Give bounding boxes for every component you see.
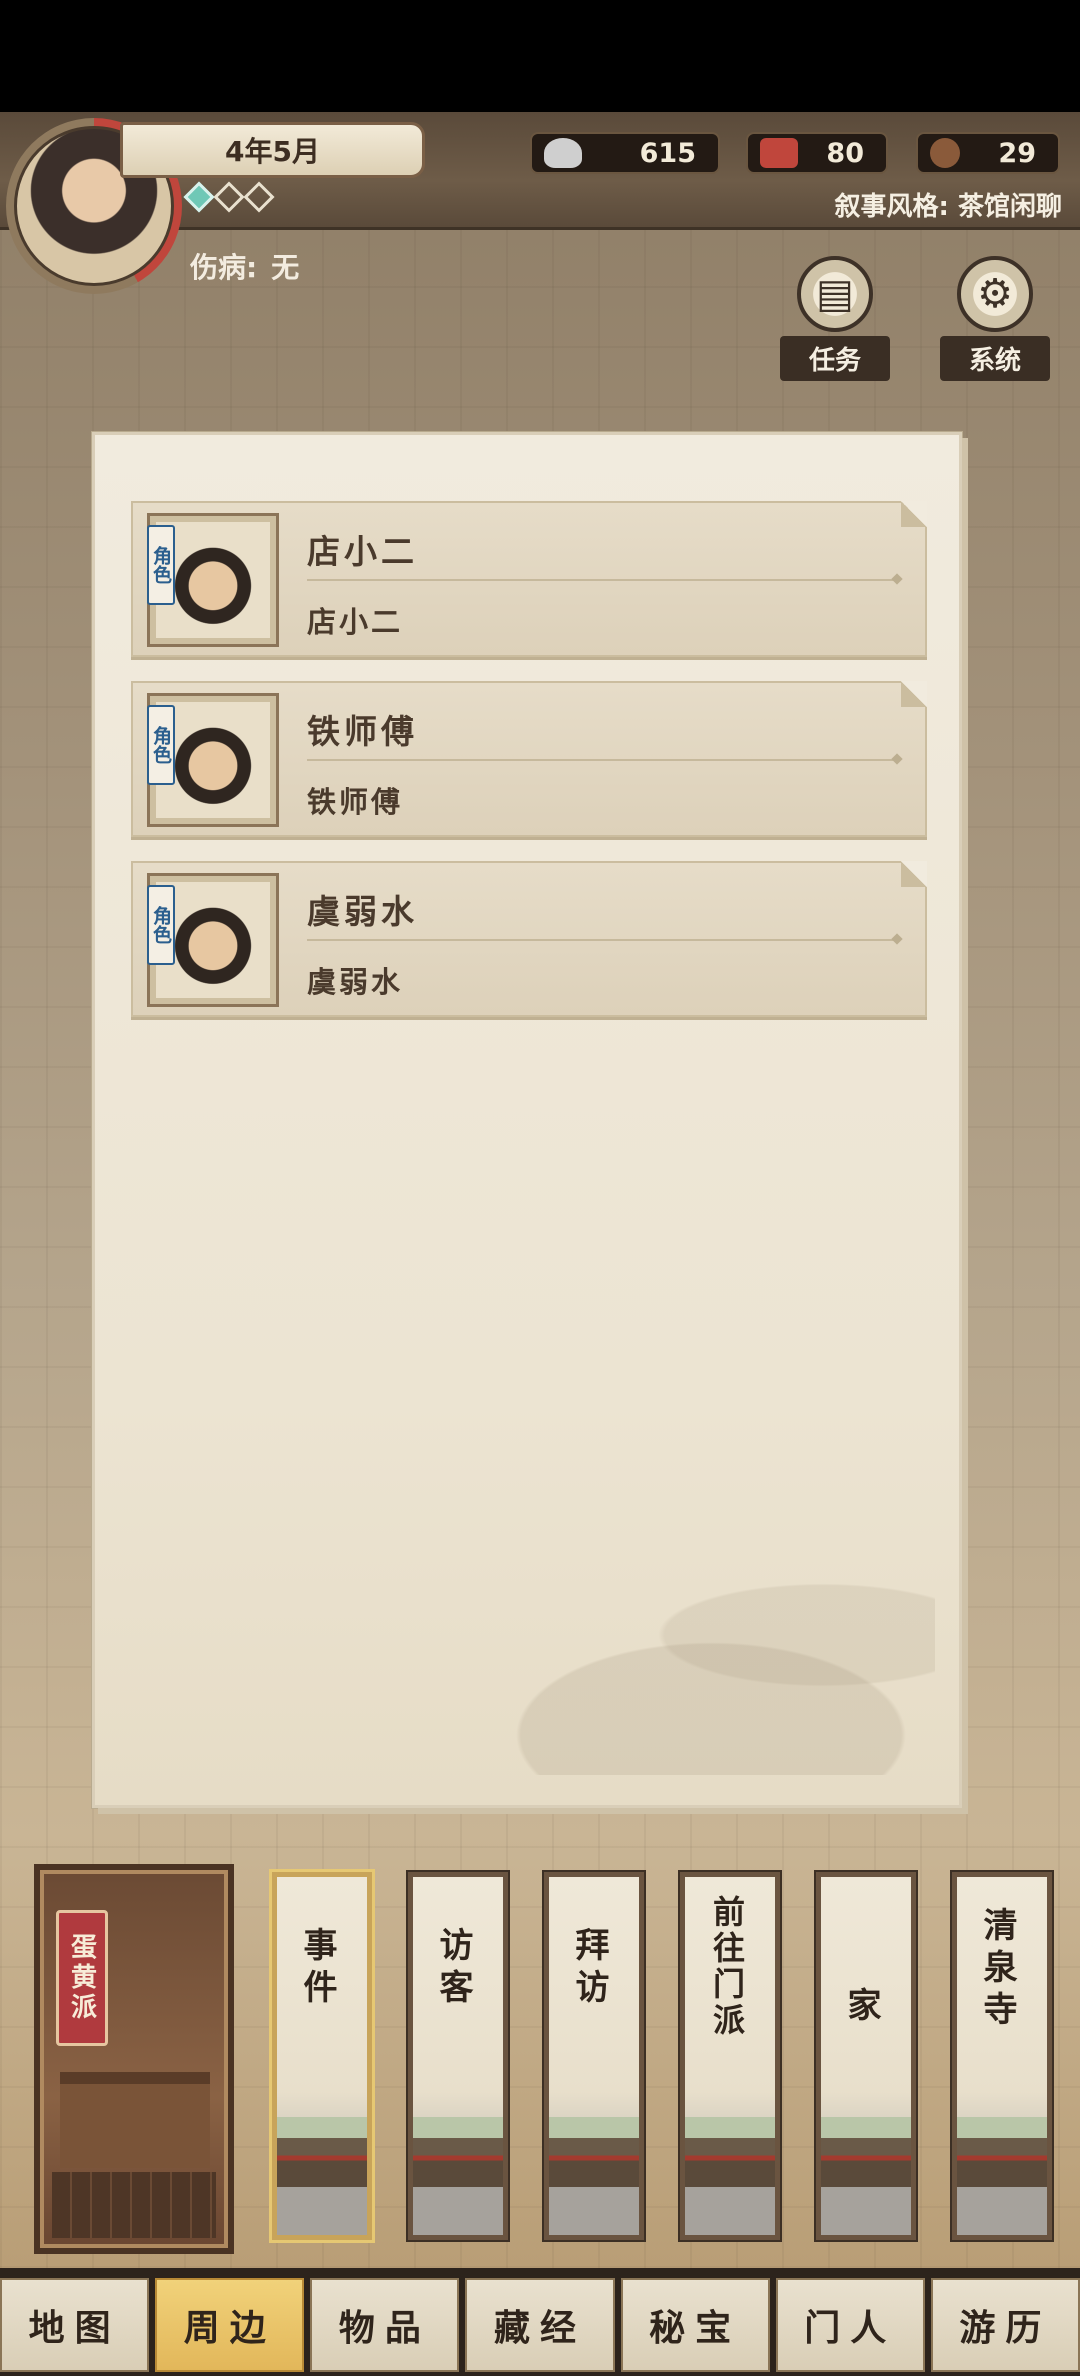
badge-value: 29 [998, 137, 1036, 169]
npc-panel: 角色 店小二 店小二 角色 铁师傅 铁师傅 角色 虞弱水 虞弱水 [92, 432, 962, 1808]
diamond-empty-icon [213, 181, 245, 213]
tab-treasures[interactable]: 秘宝 [620, 2278, 770, 2372]
injury-value: 无 [271, 251, 300, 284]
status-bar [0, 0, 1080, 112]
panel-scenery [375, 1575, 935, 1775]
role-tag: 角色 [147, 705, 175, 785]
location-art [821, 2117, 911, 2187]
banner-value: 80 [826, 137, 864, 169]
system-button[interactable]: ⚙ 系统 [940, 256, 1050, 381]
injury-label: 伤病: [190, 251, 258, 284]
narrative-style[interactable]: 叙事风格: 茶馆闲聊 [835, 186, 1062, 223]
npc-row-1[interactable]: 角色 铁师傅 铁师傅 [131, 681, 927, 837]
tab-disciples[interactable]: 门人 [775, 2278, 925, 2372]
location-art [549, 2117, 639, 2187]
banner-resource: 80 [746, 132, 888, 174]
scroll-icon: ▤ [797, 256, 873, 332]
page-fold-icon [901, 501, 927, 527]
location-qingquan-temple[interactable]: 清泉寺 [952, 1872, 1052, 2240]
role-tag: 角色 [147, 525, 175, 605]
location-label: 访客 [433, 1927, 473, 2011]
npc-divider [307, 579, 897, 581]
tab-map[interactable]: 地图 [0, 2278, 150, 2372]
tab-items[interactable]: 物品 [310, 2278, 460, 2372]
location-visitor[interactable]: 访客 [408, 1872, 508, 2240]
location-ground [957, 2187, 1047, 2235]
location-ground [549, 2187, 639, 2235]
npc-row-2[interactable]: 角色 虞弱水 虞弱水 [131, 861, 927, 1017]
npc-name: 店小二 [307, 532, 418, 571]
sect-card[interactable]: 蛋黄派 [34, 1864, 234, 2254]
task-button[interactable]: ▤ 任务 [780, 256, 890, 381]
location-ground [413, 2187, 503, 2235]
role-tag: 角色 [147, 885, 175, 965]
badge-icon [930, 138, 960, 168]
location-label: 家 [841, 1987, 881, 2029]
location-art [277, 2117, 367, 2187]
sect-building-art [60, 2048, 210, 2168]
tab-travel[interactable]: 游历 [930, 2278, 1080, 2372]
sect-name: 蛋黄派 [56, 1910, 108, 2046]
location-art [685, 2117, 775, 2187]
location-event[interactable]: 事件 [272, 1872, 372, 2240]
badge-resource: 29 [916, 132, 1060, 174]
npc-divider [307, 759, 897, 761]
page-fold-icon [901, 681, 927, 707]
location-ground [821, 2187, 911, 2235]
task-label: 任务 [780, 336, 890, 381]
tab-surroundings[interactable]: 周边 [155, 2278, 305, 2372]
rank-diamonds [183, 181, 275, 213]
location-label: 清泉寺 [977, 1907, 1017, 2033]
silver-resource: 615 [530, 132, 720, 174]
npc-divider [307, 939, 897, 941]
npc-subtitle: 虞弱水 [307, 965, 404, 999]
location-label: 拜访 [569, 1927, 609, 2011]
location-art [957, 2117, 1047, 2187]
location-home[interactable]: 家 [816, 1872, 916, 2240]
injury-status: 伤病: 无 [190, 246, 299, 286]
location-label: 事件 [297, 1927, 337, 2011]
tab-scriptures[interactable]: 藏经 [465, 2278, 615, 2372]
location-ground [277, 2187, 367, 2235]
location-label: 前往门派 [708, 1895, 746, 2039]
diamond-filled-icon [183, 181, 215, 213]
page-fold-icon [901, 861, 927, 887]
bottom-tab-bar: 地图 周边 物品 藏经 秘宝 门人 游历 [0, 2268, 1080, 2376]
gear-icon: ⚙ [957, 256, 1033, 332]
npc-subtitle: 铁师傅 [307, 785, 404, 819]
location-art [413, 2117, 503, 2187]
silver-value: 615 [639, 137, 696, 169]
silver-icon [544, 138, 582, 168]
diamond-empty-icon [243, 181, 275, 213]
banner-icon [760, 138, 798, 168]
location-go-sect[interactable]: 前往门派 [680, 1872, 780, 2240]
sect-wall-art [52, 2172, 216, 2238]
npc-row-0[interactable]: 角色 店小二 店小二 [131, 501, 927, 657]
npc-name: 虞弱水 [307, 892, 418, 931]
location-ground [685, 2187, 775, 2235]
npc-subtitle: 店小二 [307, 605, 404, 639]
npc-name: 铁师傅 [307, 712, 418, 751]
system-label: 系统 [940, 336, 1050, 381]
location-visit[interactable]: 拜访 [544, 1872, 644, 2240]
date-label: 4年5月 [120, 122, 425, 178]
